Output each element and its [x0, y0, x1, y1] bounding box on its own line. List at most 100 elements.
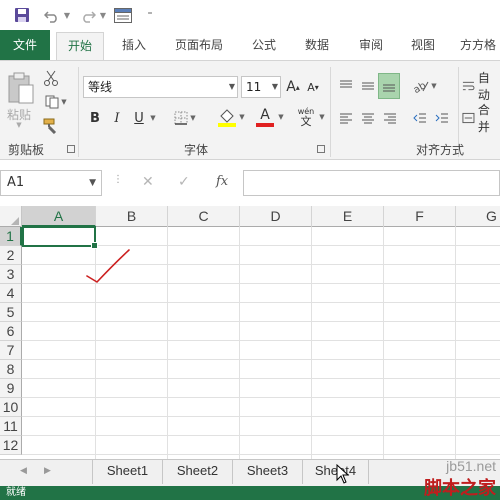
row-header-4[interactable]: 4: [0, 284, 22, 303]
underline-button[interactable]: U: [130, 107, 148, 129]
select-all-corner[interactable]: [0, 206, 22, 227]
font-size-select[interactable]: 11 ▼: [241, 76, 281, 98]
alignment-group-label: 对齐方式: [416, 143, 465, 157]
phonetic-dropdown-icon[interactable]: ▼: [318, 111, 326, 123]
row-header-5[interactable]: 5: [0, 303, 22, 322]
column-header-f[interactable]: F: [384, 206, 456, 227]
shrink-font-label: A: [307, 80, 315, 94]
tab-home[interactable]: 开始: [56, 32, 104, 61]
paste-dropdown-icon[interactable]: ▼: [14, 121, 24, 129]
row-header-11[interactable]: 11: [0, 417, 22, 436]
bold-button[interactable]: B: [86, 107, 104, 129]
borders-icon[interactable]: ▼: [170, 107, 200, 129]
align-top-icon[interactable]: [336, 75, 356, 97]
row-header-12[interactable]: 12: [0, 436, 22, 455]
save-icon[interactable]: [12, 5, 32, 25]
font-name-select[interactable]: 等线 ▼: [83, 76, 238, 98]
column-header-b[interactable]: B: [96, 206, 168, 227]
format-painter-icon[interactable]: [42, 117, 60, 135]
grow-font-button[interactable]: A ▴: [284, 76, 302, 98]
clipboard-launcher-icon[interactable]: [67, 145, 75, 153]
underline-dropdown-icon[interactable]: ▼: [148, 107, 158, 129]
fill-color-icon[interactable]: ▼: [214, 105, 248, 129]
align-center-icon[interactable]: [358, 107, 378, 129]
name-box-value: A1: [7, 175, 25, 190]
tab-view[interactable]: 视图: [400, 30, 446, 60]
row-header-8[interactable]: 8: [0, 360, 22, 379]
tab-review[interactable]: 审阅: [348, 30, 394, 60]
selected-cell-a1[interactable]: [22, 226, 98, 249]
shrink-font-button[interactable]: A ▾: [304, 76, 322, 98]
wrap-text-button[interactable]: 自动: [462, 71, 500, 102]
increase-indent-icon[interactable]: [432, 107, 452, 129]
column-header-e[interactable]: E: [312, 206, 384, 227]
column-header-g[interactable]: G: [456, 206, 500, 227]
sheet-tab-1[interactable]: Sheet1: [93, 460, 163, 484]
status-text: 就绪: [6, 487, 26, 498]
tab-file[interactable]: 文件: [0, 30, 50, 60]
next-sheet-icon[interactable]: ▶: [44, 466, 51, 476]
name-box[interactable]: A1 ▼: [0, 170, 102, 196]
tab-addin[interactable]: 方方格: [456, 30, 500, 60]
align-bottom-icon[interactable]: [378, 73, 400, 99]
more-options-icon[interactable]: ⋮: [113, 174, 123, 185]
sheet-tab-2[interactable]: Sheet2: [163, 460, 233, 484]
chevron-down-icon: ▼: [89, 178, 96, 188]
phonetic-button[interactable]: wén 文: [292, 103, 320, 131]
grid-line: [383, 227, 384, 459]
tab-insert[interactable]: 插入: [110, 30, 158, 60]
spreadsheet-grid[interactable]: A B C D E F G 1 2 3 4 5 6 7 8 9 10 11 12: [0, 206, 500, 459]
quick-access-toolbar: ▼ ▼ ⁼: [0, 0, 500, 30]
tab-formulas[interactable]: 公式: [242, 30, 286, 60]
font-color-dropdown-icon[interactable]: ▼: [276, 111, 286, 123]
redo-icon[interactable]: [78, 5, 98, 25]
column-header-c[interactable]: C: [168, 206, 240, 227]
font-color-glyph: A: [260, 106, 270, 123]
tab-page-layout[interactable]: 页面布局: [164, 30, 234, 60]
row-header-10[interactable]: 10: [0, 398, 22, 417]
enter-entry-icon[interactable]: ✓: [178, 174, 190, 190]
cut-icon[interactable]: [42, 69, 60, 87]
prev-sheet-icon[interactable]: ◀: [20, 466, 27, 476]
align-left-icon[interactable]: [336, 107, 356, 129]
orientation-icon[interactable]: ab ▼: [410, 75, 440, 97]
redo-dropdown-icon[interactable]: ▼: [98, 5, 108, 25]
column-header-a[interactable]: A: [22, 206, 96, 227]
formula-bar: A1 ▼ ⋮ ✕ ✓ fx: [0, 160, 500, 206]
formula-input[interactable]: [243, 170, 500, 196]
align-middle-icon[interactable]: [358, 75, 378, 97]
ribbon-tabs: 文件 开始 插入 页面布局 公式 数据 审阅 视图 方方格: [0, 30, 500, 61]
font-launcher-icon[interactable]: [317, 145, 325, 153]
row-header-9[interactable]: 9: [0, 379, 22, 398]
check-mark-annotation: [86, 249, 130, 283]
row-header-1[interactable]: 1: [0, 227, 22, 246]
insert-function-icon[interactable]: fx: [216, 174, 228, 189]
italic-button[interactable]: I: [108, 107, 126, 129]
copy-icon[interactable]: ▼: [42, 93, 70, 111]
undo-dropdown-icon[interactable]: ▼: [62, 5, 72, 25]
column-header-d[interactable]: D: [240, 206, 312, 227]
merge-center-label: 合并: [477, 103, 490, 134]
row-header-3[interactable]: 3: [0, 265, 22, 284]
undo-icon[interactable]: [42, 5, 62, 25]
watermark-site: jb51.net: [446, 458, 496, 474]
cancel-entry-icon[interactable]: ✕: [142, 174, 154, 190]
font-name-value: 等线: [88, 80, 113, 94]
grid-line: [22, 302, 500, 303]
align-right-icon[interactable]: [380, 107, 400, 129]
grid-line: [22, 397, 500, 398]
grid-line: [22, 378, 500, 379]
paste-icon[interactable]: [4, 69, 38, 109]
customize-qat-icon[interactable]: ⁼: [144, 5, 156, 25]
sheet-tab-3[interactable]: Sheet3: [233, 460, 303, 484]
grid-line: [455, 227, 456, 459]
row-header-2[interactable]: 2: [0, 246, 22, 265]
row-header-6[interactable]: 6: [0, 322, 22, 341]
form-icon[interactable]: [112, 5, 134, 25]
row-header-7[interactable]: 7: [0, 341, 22, 360]
merge-center-button[interactable]: 合并: [462, 103, 500, 134]
tab-data[interactable]: 数据: [294, 30, 340, 60]
decrease-indent-icon[interactable]: [410, 107, 430, 129]
watermark: jb51.net 脚本之家: [366, 458, 496, 500]
grid-line: [22, 359, 500, 360]
